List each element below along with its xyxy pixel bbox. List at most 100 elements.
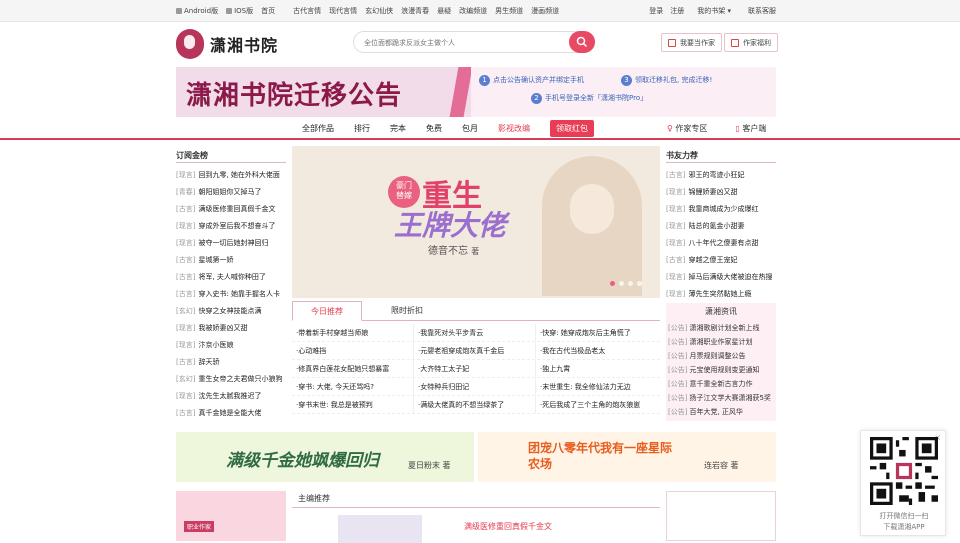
list-item[interactable]: [玄幻] 重生女帝之夫君做只小狼狗 (176, 371, 286, 388)
search-button[interactable] (569, 31, 595, 53)
channel-xuanhuan[interactable]: 玄幻仙侠 (365, 6, 393, 16)
list-item[interactable]: [现言] 回到九零, 她在外科大佬面 (176, 167, 286, 184)
list-item[interactable]: [公告] 潇湘职业作家星计划 (666, 335, 776, 349)
table-row: ·心动难挡 ·元婴老祖穿成炮灰真千金后 ·我在古代当极品老太 (292, 342, 660, 360)
channel-gudai[interactable]: 古代言情 (293, 6, 321, 16)
list-item[interactable]: [现言] 薄先生突然黏她上瘾 (666, 286, 778, 303)
list-item[interactable]: [古言] 满级医修重回真假千金文 (176, 201, 286, 218)
nav-monthly[interactable]: 包月 (462, 123, 478, 134)
book-link[interactable]: ·大齐特工太子妃 (414, 360, 536, 377)
banner-title: 潇湘书院迁移公告 (186, 81, 403, 111)
nav-red-packet-button[interactable]: 领取红包 (550, 119, 594, 137)
channel-xuanyi[interactable]: 悬疑 (437, 6, 451, 16)
list-item[interactable]: [古言] 穿入史书: 她靠手握名人卡 (176, 286, 286, 303)
list-item[interactable]: [古言] 辞天骄 (176, 354, 286, 371)
book-link[interactable]: ·我在古代当极品老太 (536, 342, 658, 359)
list-item[interactable]: [青春] 朝阳姐姐你又掉马了 (176, 184, 286, 201)
nav-all-works[interactable]: 全部作品 (302, 123, 334, 134)
book-link[interactable]: ·女特种兵归田记 (414, 378, 536, 395)
recommend-tabs: 今日推荐 限时折扣 (292, 301, 660, 321)
channel-xiandai[interactable]: 现代言情 (329, 6, 357, 16)
search-input[interactable] (364, 36, 564, 49)
book-link[interactable]: ·穿书: 大佬, 今天还骂吗? (292, 378, 414, 395)
nav-free[interactable]: 免费 (426, 123, 442, 134)
list-item[interactable]: [古言] 邪王的弯迹小狂妃 (666, 167, 778, 184)
slider-dot[interactable] (637, 281, 642, 286)
service-link[interactable]: 联系客服 (748, 6, 776, 16)
channel-gaibian[interactable]: 改编频道 (459, 6, 487, 16)
exclamation-icon (449, 67, 473, 117)
bottom-right-panel (666, 491, 776, 541)
list-item[interactable]: [现言] 掉马后满级大佬被迫在热搜 (666, 269, 778, 286)
client-link[interactable]: ▯ 客户端 (735, 123, 766, 134)
featured-slider[interactable]: 豪门 替嫁 重生 王牌大佬 德音不忘 著 (292, 146, 660, 298)
list-item[interactable]: [公告] 月票规则调整公告 (666, 349, 776, 363)
channel-nansheng[interactable]: 男生频道 (495, 6, 523, 16)
recommend-grid: ·带着新手村穿越当师娘 ·我靠死对头平步青云 ·快穿: 她穿成炮灰后主角慌了 ·… (292, 324, 660, 414)
list-item[interactable]: [古言] 穿越之傻王宠妃 (666, 252, 778, 269)
recommend-title: 书友力荐 (666, 151, 698, 160)
list-item[interactable]: [古言] 将军, 夫人喊你种田了 (176, 269, 286, 286)
nav-adaptation[interactable]: 影视改编 (498, 123, 530, 134)
list-item[interactable]: [现言] 穿成外室后我不想奋斗了 (176, 218, 286, 235)
book-link[interactable]: ·穿书末世: 我总是被预判 (292, 396, 414, 413)
list-item[interactable]: [公告] 百年大党, 正风华 (666, 405, 776, 419)
list-item[interactable]: [古言] 真千金她是全能大佬 (176, 405, 286, 422)
nav-finished[interactable]: 完本 (390, 123, 406, 134)
editor-pick-title: 主编推荐 (298, 494, 330, 503)
tab-limited[interactable]: 限时折扣 (372, 301, 442, 321)
author-promo[interactable]: 职业作家 (176, 491, 286, 541)
ad-1-author: 夏日粉末 著 (408, 461, 451, 470)
list-item[interactable]: [玄幻] 快穿之女神技能点满 (176, 303, 286, 320)
book-link[interactable]: ·带着新手村穿越当师娘 (292, 324, 414, 341)
table-row: ·带着新手村穿越当师娘 ·我靠死对头平步青云 ·快穿: 她穿成炮灰后主角慌了 (292, 324, 660, 342)
list-item[interactable]: [公告] 元宝使用规则变更通知 (666, 363, 776, 377)
nav-ranking[interactable]: 排行 (354, 123, 370, 134)
list-item[interactable]: [现言] 被夺一切后她封神回归 (176, 235, 286, 252)
migration-banner[interactable]: 潇湘书院迁移公告 1 点击公告确认资产并绑定手机 2 手机号登录全新「潇湘书院Pro… (176, 67, 776, 117)
list-item[interactable]: [现言] 锦鲤娇妻凶又甜 (666, 184, 778, 201)
ad-banner-1[interactable]: 满级千金她飒爆回归 夏日粉末 著 (176, 432, 474, 482)
book-link[interactable]: ·我靠死对头平步青云 (414, 324, 536, 341)
become-author-button[interactable]: 我要当作家 (661, 33, 722, 52)
register-link[interactable]: 注册 (670, 6, 684, 16)
book-link[interactable]: ·快穿: 她穿成炮灰后主角慌了 (536, 324, 658, 341)
list-item[interactable]: [古言] 星城第一娇 (176, 252, 286, 269)
author-zone-link[interactable]: ♀ 作家专区 (667, 123, 707, 134)
book-link[interactable]: ·末世重生: 我全修仙法力无边 (536, 378, 658, 395)
my-shelf-link[interactable]: 我的书架 ▾ (697, 6, 731, 16)
book-link[interactable]: ·元婴老祖穿成炮灰真千金后 (414, 342, 536, 359)
editor-book-cover[interactable] (338, 515, 422, 543)
android-link[interactable]: Android版 (176, 6, 218, 16)
login-link[interactable]: 登录 (649, 6, 663, 16)
list-item[interactable]: [公告] 意千重全新古言力作 (666, 377, 776, 391)
channel-qingchun[interactable]: 浪漫青春 (401, 6, 429, 16)
book-link[interactable]: ·心动难挡 (292, 342, 414, 359)
book-link[interactable]: ·死后我成了三个主角的炮灰狼崽 (536, 396, 658, 413)
main-nav: 全部作品 排行 完本 免费 包月 影视改编 领取红包 ♀ 作家专区 ▯ 客户端 (0, 118, 960, 140)
book-link[interactable]: ·修真界白莲花女配她只想暴富 (292, 360, 414, 377)
ios-link[interactable]: IOS版 (226, 6, 253, 16)
author-benefit-button[interactable]: 作家福利 (724, 33, 778, 52)
book-link[interactable]: ·独上九霄 (536, 360, 658, 377)
list-item[interactable]: [现言] 陆总的氪金小甜妻 (666, 218, 778, 235)
slider-dot[interactable] (610, 281, 615, 286)
list-item[interactable]: [公告] 潇湘歌剧计划全新上线 (666, 321, 776, 335)
editor-book-title[interactable]: 满级医修重回真假千金文 (464, 521, 552, 532)
tab-today[interactable]: 今日推荐 (292, 301, 362, 321)
rank-title: 订阅金榜 (176, 151, 208, 160)
home-link[interactable]: 首页 (261, 6, 275, 16)
slider-dot[interactable] (628, 281, 633, 286)
channel-manhua[interactable]: 漫画频道 (531, 6, 559, 16)
list-item[interactable]: [现言] 我被娇妻凶又甜 (176, 320, 286, 337)
list-item[interactable]: [现言] 八十年代之傻妻有点甜 (666, 235, 778, 252)
site-logo[interactable]: 潇湘书院 (176, 28, 288, 60)
ad-banner-2[interactable]: 团宠八零年代我有一座星际农场 连岩容 著 (478, 432, 776, 482)
slide-author: 德音不忘 著 (428, 246, 480, 257)
list-item[interactable]: [现言] 我靠商城成为少成爆红 (666, 201, 778, 218)
list-item[interactable]: [现言] 沈先生太腻我推迟了 (176, 388, 286, 405)
book-link[interactable]: ·满级大佬真的不想当绿茶了 (414, 396, 536, 413)
slider-dot[interactable] (619, 281, 624, 286)
list-item[interactable]: [现言] 汴京小医娘 (176, 337, 286, 354)
list-item[interactable]: [公告] 扬子江文学大赛潇湘获5奖 (666, 391, 776, 405)
